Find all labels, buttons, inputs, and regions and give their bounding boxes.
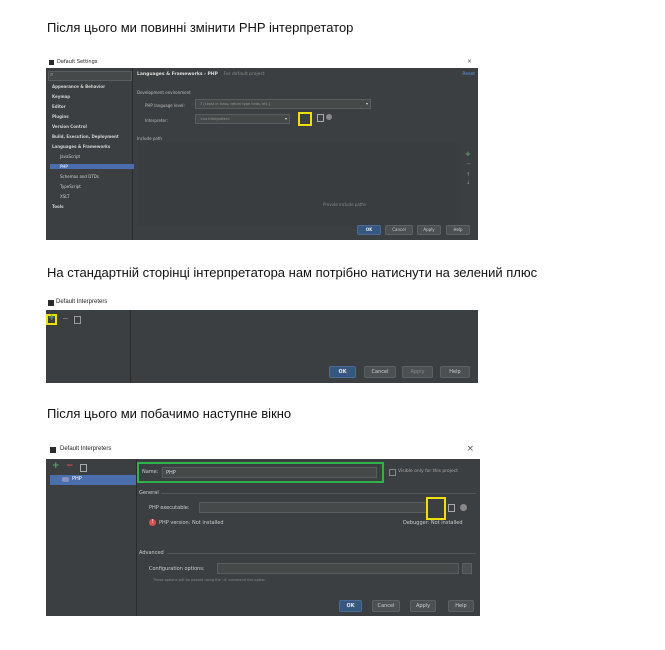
titlebar: Default Settings ×	[46, 57, 478, 68]
php-executable-input[interactable]	[199, 502, 427, 513]
interpreter-details: Name: PHP Visible only for this project …	[137, 459, 480, 616]
expand-button[interactable]	[462, 563, 472, 574]
chevron-down-icon: ▾	[284, 116, 287, 121]
general-section-title: General	[139, 490, 159, 496]
search-input[interactable]: ⌕	[48, 71, 132, 81]
section-title: Development environment	[137, 90, 191, 95]
add-icon[interactable]: +	[52, 461, 60, 471]
cancel-button[interactable]: Cancel	[385, 225, 413, 235]
config-options-input[interactable]	[217, 563, 459, 574]
include-path-panel	[137, 143, 459, 225]
interpreter-label: Interpreter:	[145, 118, 168, 123]
titlebar: Default Interpreters	[46, 297, 478, 310]
browse-button-highlight[interactable]	[426, 497, 446, 520]
add-icon[interactable]: +	[48, 313, 56, 323]
copy-icon[interactable]	[80, 464, 87, 472]
app-icon	[49, 60, 54, 65]
visible-only-checkbox[interactable]	[389, 469, 396, 476]
ok-button[interactable]: OK	[329, 366, 356, 378]
breadcrumb-note: For default project	[223, 72, 265, 77]
move-up-icon[interactable]: ↑	[466, 172, 470, 178]
cancel-button[interactable]: Cancel	[364, 366, 396, 378]
close-icon[interactable]: ×	[466, 444, 474, 454]
error-icon: !	[149, 519, 156, 526]
titlebar: Default Interpreters ×	[46, 442, 480, 459]
ok-button[interactable]: OK	[339, 600, 362, 612]
lang-level-label: PHP language level:	[145, 103, 185, 108]
advanced-section-title: Advanced	[139, 550, 164, 556]
settings-sidebar: ⌕ Appearance & Behavior Keymap Editor Plugi…	[46, 68, 134, 240]
apply-button[interactable]: Apply	[417, 225, 441, 235]
include-path-label: Include path	[137, 136, 162, 141]
sidebar-item[interactable]: Editor	[50, 104, 66, 109]
copy-icon[interactable]	[74, 316, 81, 324]
move-down-icon[interactable]: ↓	[466, 180, 470, 186]
screenshot-default-settings: Default Settings × ⌕ Appearance & Behavi…	[46, 57, 478, 240]
remove-icon[interactable]: −	[62, 314, 69, 323]
sidebar-item[interactable]: JavaScript	[50, 154, 80, 159]
interpreter-select[interactable]: <no interpreter> ▾	[195, 114, 290, 124]
sidebar-item[interactable]: Languages & Frameworks	[50, 144, 110, 149]
name-input[interactable]: PHP	[162, 467, 377, 478]
sidebar-item[interactable]: PHP	[50, 164, 134, 169]
info-icon[interactable]	[460, 504, 467, 511]
more-button-highlight[interactable]	[298, 112, 312, 126]
help-button[interactable]: Help	[448, 600, 474, 612]
php-executable-label: PHP executable:	[149, 505, 190, 511]
sidebar-item[interactable]: Build, Execution, Deployment	[50, 134, 119, 139]
help-button[interactable]: Help	[446, 225, 470, 235]
sidebar-item[interactable]: Tools	[50, 204, 63, 209]
debugger-status: Debugger: Not installed	[403, 520, 463, 526]
sidebar-item[interactable]: Keymap	[50, 94, 70, 99]
screenshot-default-interpreters-new: Default Interpreters × + − PHP Name: PHP…	[46, 442, 480, 616]
general-divider	[161, 493, 476, 494]
empty-hint: Provide include paths	[323, 202, 367, 207]
window-title: Default Interpreters	[60, 446, 112, 452]
sidebar-item[interactable]: Schemas and DTDs	[50, 174, 99, 179]
advanced-divider	[167, 553, 476, 554]
close-icon[interactable]: ×	[467, 58, 472, 65]
interpreter-list-panel: + − PHP	[46, 459, 137, 616]
edit-icon[interactable]	[448, 504, 455, 512]
edit-icon[interactable]	[317, 114, 324, 122]
cancel-button[interactable]: Cancel	[372, 600, 400, 612]
remove-icon[interactable]: −	[66, 461, 74, 471]
paragraph-3: Після цього ми побачимо наступне вікно	[47, 406, 292, 421]
breadcrumb-path: Languages & Frameworks › PHP	[137, 72, 218, 77]
app-icon	[50, 447, 56, 453]
settings-icon[interactable]	[326, 114, 332, 120]
sidebar-item[interactable]: XSLT	[50, 194, 69, 199]
ok-button[interactable]: OK	[357, 225, 381, 235]
window-title: Default Interpreters	[56, 299, 108, 305]
window-title: Default Settings	[57, 59, 98, 65]
chevron-down-icon: ▾	[365, 101, 368, 106]
screenshot-default-interpreters-empty: Default Interpreters + − OK Cancel Apply…	[46, 297, 478, 383]
apply-button[interactable]: Apply	[402, 366, 433, 378]
visible-only-label: Visible only for this project	[398, 469, 458, 474]
sidebar-item[interactable]: Plugins	[50, 114, 69, 119]
help-button[interactable]: Help	[440, 366, 470, 378]
remove-icon[interactable]: −	[466, 160, 472, 168]
reset-link[interactable]: Reset	[462, 72, 475, 77]
breadcrumb: Languages & Frameworks › PHP For default…	[137, 72, 265, 77]
app-icon	[48, 300, 54, 306]
sidebar-item[interactable]: Appearance & Behavior	[50, 84, 105, 89]
sidebar-item[interactable]: Version Control	[50, 124, 87, 129]
list-item-label: PHP	[72, 476, 82, 482]
paragraph-1: Після цього ми повинні змінити PHP інтер…	[47, 20, 354, 35]
php-version-status: PHP version: Not installed	[159, 520, 224, 526]
search-icon: ⌕	[50, 71, 54, 78]
php-icon	[62, 477, 69, 482]
interpreter-list-panel: + −	[46, 310, 131, 383]
config-options-label: Configuration options:	[149, 566, 205, 572]
paragraph-2: На стандартній сторінці інтерпретатора н…	[47, 265, 538, 280]
add-icon[interactable]: +	[465, 150, 471, 158]
config-hint: Those options will be passed using the '…	[153, 578, 266, 582]
sidebar-item[interactable]: TypeScript	[50, 184, 81, 189]
name-label: Name:	[142, 469, 159, 475]
settings-main: Languages & Frameworks › PHP For default…	[133, 68, 478, 240]
apply-button[interactable]: Apply	[410, 600, 436, 612]
lang-level-select[interactable]: 7 (const in class, return type hints, et…	[195, 99, 371, 109]
list-item-php[interactable]: PHP	[50, 475, 136, 485]
